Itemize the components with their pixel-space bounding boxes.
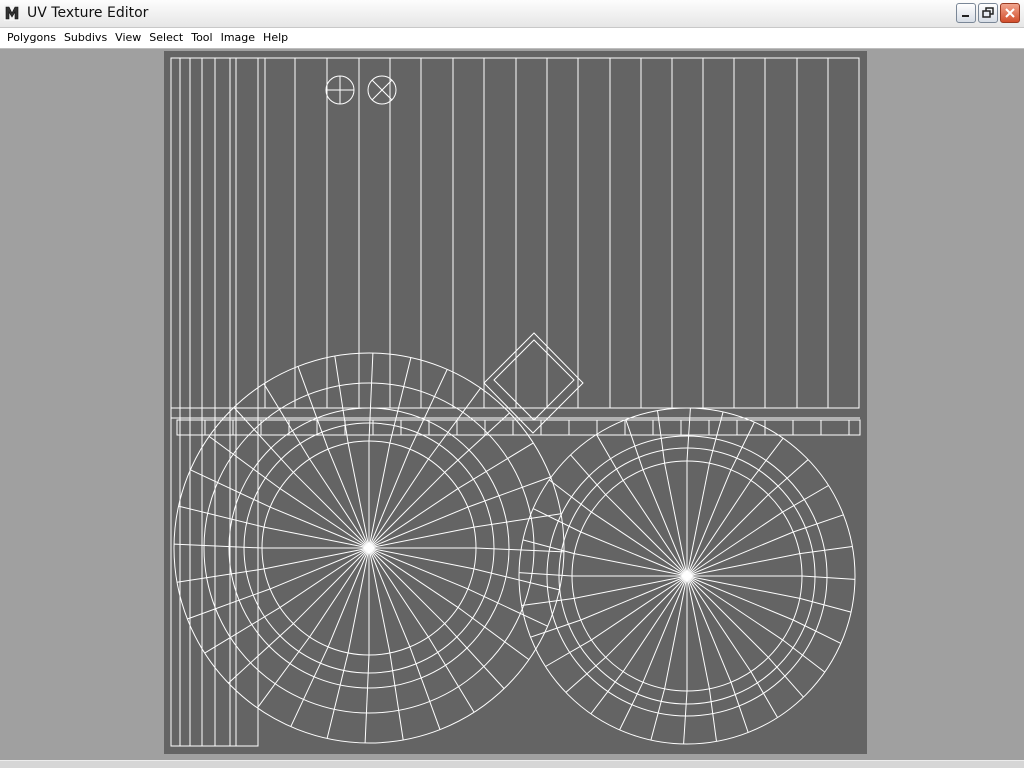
status-bar bbox=[0, 760, 1024, 768]
menu-polygons[interactable]: Polygons bbox=[3, 28, 60, 48]
menu-view[interactable]: View bbox=[111, 28, 145, 48]
menu-tool[interactable]: Tool bbox=[187, 28, 216, 48]
close-icon bbox=[1005, 8, 1015, 18]
minimize-icon bbox=[962, 15, 969, 17]
menu-subdivs[interactable]: Subdivs bbox=[60, 28, 111, 48]
menu-select[interactable]: Select bbox=[145, 28, 187, 48]
window-title: UV Texture Editor bbox=[27, 5, 149, 21]
close-button[interactable] bbox=[1000, 3, 1020, 23]
restore-icon bbox=[982, 7, 994, 18]
menu-image[interactable]: Image bbox=[217, 28, 259, 48]
uv-texture-viewport[interactable] bbox=[164, 51, 867, 754]
maya-logo-icon bbox=[4, 5, 20, 21]
menu-help[interactable]: Help bbox=[259, 28, 292, 48]
menu-bar: Polygons Subdivs View Select Tool Image … bbox=[0, 28, 1024, 49]
restore-button[interactable] bbox=[978, 3, 998, 23]
title-bar: UV Texture Editor bbox=[0, 0, 1024, 28]
minimize-button[interactable] bbox=[956, 3, 976, 23]
